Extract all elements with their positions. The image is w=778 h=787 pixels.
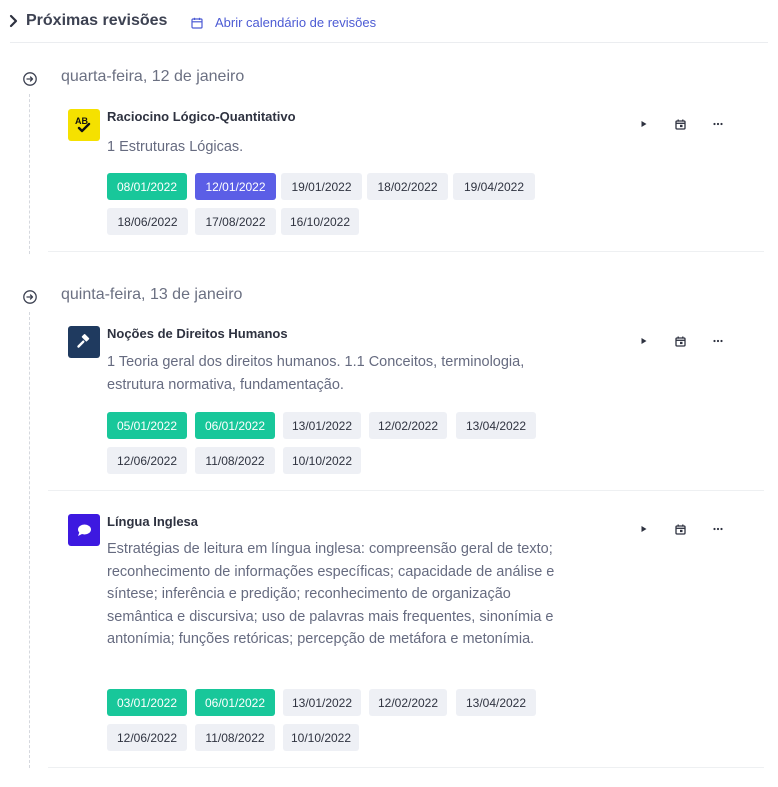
date-chip[interactable]: 17/08/2022: [195, 208, 276, 235]
more-horizontal-icon: [713, 122, 723, 126]
date-chip[interactable]: 18/06/2022: [107, 208, 188, 235]
date-chip[interactable]: 13/01/2022: [283, 689, 361, 716]
date-chip[interactable]: 05/01/2022: [107, 412, 187, 439]
more-options-button[interactable]: [710, 334, 726, 348]
review-dates: 08/01/2022 12/01/2022 19/01/2022 18/02/2…: [107, 173, 547, 235]
card-actions: [629, 522, 729, 536]
date-chip[interactable]: 10/10/2022: [283, 447, 361, 474]
review-dates: 03/01/2022 06/01/2022 13/01/2022 12/02/2…: [107, 689, 547, 751]
day-header: quarta-feira, 12 de janeiro: [0, 66, 778, 90]
date-chip[interactable]: 12/02/2022: [369, 412, 447, 439]
play-icon: [641, 338, 647, 344]
ab-check-icon: AB: [68, 109, 100, 141]
day-header: quinta-feira, 13 de janeiro: [0, 284, 778, 308]
play-icon: [641, 121, 647, 127]
chevron-right-icon[interactable]: [8, 13, 20, 29]
date-chip[interactable]: 12/06/2022: [107, 724, 187, 751]
play-icon: [641, 526, 647, 532]
speech-bubble-icon: [68, 514, 100, 546]
date-chip[interactable]: 13/04/2022: [456, 689, 536, 716]
play-button[interactable]: [636, 522, 652, 536]
subject-description: Estratégias de leitura em língua inglesa…: [107, 541, 555, 647]
calendar-icon: [674, 119, 686, 130]
play-button[interactable]: [636, 117, 652, 131]
date-chip[interactable]: 18/02/2022: [367, 173, 448, 200]
date-chip[interactable]: 12/02/2022: [369, 689, 447, 716]
date-chip[interactable]: 13/04/2022: [456, 412, 536, 439]
subject-name[interactable]: Língua Inglesa: [107, 514, 198, 529]
date-chip[interactable]: 11/08/2022: [195, 447, 275, 474]
day-group: quinta-feira, 13 de janeiro Noções de Di…: [0, 284, 778, 774]
subject-name[interactable]: Noções de Direitos Humanos: [107, 326, 288, 341]
date-chip[interactable]: 12/01/2022: [195, 173, 276, 200]
svg-text:AB: AB: [75, 116, 88, 126]
arrow-circle-right-icon: [23, 72, 37, 86]
schedule-button[interactable]: [672, 522, 688, 536]
schedule-button[interactable]: [672, 117, 688, 131]
open-calendar-label[interactable]: Abrir calendário de revisões: [215, 15, 376, 30]
date-chip[interactable]: 08/01/2022: [107, 173, 187, 200]
day-title: quarta-feira, 12 de janeiro: [61, 68, 245, 85]
date-chip[interactable]: 19/01/2022: [281, 173, 362, 200]
gavel-icon: [68, 326, 100, 358]
date-chip[interactable]: 16/10/2022: [281, 208, 359, 235]
schedule-button[interactable]: [672, 334, 688, 348]
review-card: Noções de Direitos Humanos 1 Teoria gera…: [48, 326, 764, 491]
date-chip[interactable]: 06/01/2022: [195, 412, 275, 439]
day-title: quinta-feira, 13 de janeiro: [61, 286, 243, 303]
subject-description: 1 Teoria geral dos direitos humanos. 1.1…: [107, 354, 525, 393]
card-actions: [629, 334, 729, 348]
subject-name[interactable]: Raciocino Lógico-Quantitativo: [107, 109, 296, 124]
more-options-button[interactable]: [710, 117, 726, 131]
open-calendar-link[interactable]: Abrir calendário de revisões: [191, 15, 376, 30]
arrow-circle-right-icon: [23, 290, 37, 304]
review-card: AB Raciocino Lógico-Quantitativo 1 Estru…: [48, 109, 764, 252]
date-chip[interactable]: 13/01/2022: [283, 412, 361, 439]
date-chip[interactable]: 11/08/2022: [195, 724, 275, 751]
card-divider: [48, 767, 764, 768]
card-divider: [48, 251, 764, 252]
calendar-icon: [191, 17, 203, 29]
play-button[interactable]: [636, 334, 652, 348]
timeline-line: [29, 312, 30, 768]
date-chip[interactable]: 19/04/2022: [453, 173, 535, 200]
more-horizontal-icon: [713, 527, 723, 531]
review-dates: 05/01/2022 06/01/2022 13/01/2022 12/02/2…: [107, 412, 547, 474]
subject-description: 1 Estruturas Lógicas.: [107, 139, 244, 155]
day-group: quarta-feira, 12 de janeiro AB Raciocino…: [0, 66, 778, 256]
review-card: Língua Inglesa Estratégias de leitura em…: [48, 514, 764, 768]
date-chip[interactable]: 06/01/2022: [195, 689, 275, 716]
date-chip[interactable]: 03/01/2022: [107, 689, 187, 716]
calendar-icon: [674, 524, 686, 535]
more-horizontal-icon: [713, 339, 723, 343]
date-chip[interactable]: 10/10/2022: [283, 724, 359, 751]
card-divider: [48, 490, 764, 491]
timeline-line: [29, 94, 30, 254]
card-actions: [629, 117, 729, 131]
reviews-header: Próximas revisões Abrir calendário de re…: [0, 0, 778, 43]
calendar-icon: [674, 336, 686, 347]
header-divider: [10, 42, 768, 43]
section-title: Próximas revisões: [26, 12, 168, 29]
date-chip[interactable]: 12/06/2022: [107, 447, 187, 474]
more-options-button[interactable]: [710, 522, 726, 536]
